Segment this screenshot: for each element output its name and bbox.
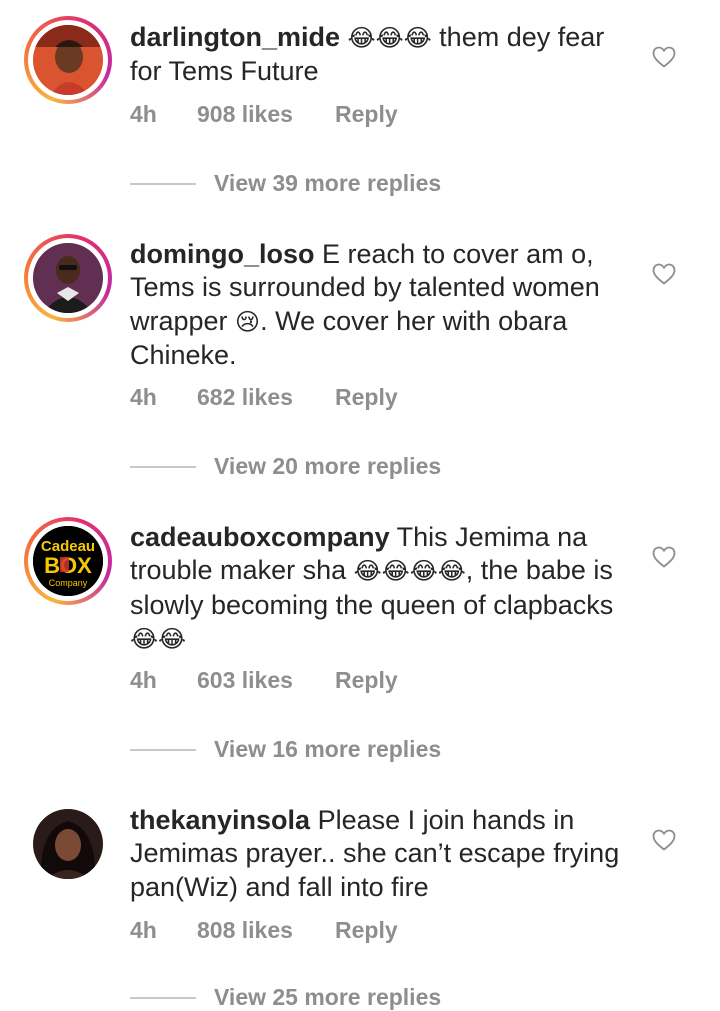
- comment-emoji: 😢: [235, 307, 261, 336]
- replies-divider: [130, 996, 196, 999]
- comment-emoji: 😂😂😂: [347, 24, 432, 52]
- view-replies-label: View 39 more replies: [214, 170, 442, 196]
- avatar[interactable]: [33, 25, 103, 95]
- view-replies-button[interactable]: View 20 more replies: [130, 453, 441, 480]
- comment-likes[interactable]: 603 likes: [197, 667, 335, 694]
- comment-username[interactable]: darlington_mide: [130, 22, 340, 52]
- comment-time: 4h: [130, 667, 157, 693]
- comment-likes[interactable]: 908 likes: [197, 101, 335, 128]
- comment-likes[interactable]: 808 likes: [197, 917, 335, 944]
- comment-username[interactable]: domingo_loso: [130, 239, 315, 269]
- reply-button[interactable]: Reply: [335, 101, 398, 128]
- comment-time: 4h: [130, 101, 157, 127]
- comment-meta: 4h 908 likes Reply: [130, 101, 398, 128]
- heart-outline-icon[interactable]: [652, 829, 676, 851]
- avatar[interactable]: Cadeau BOX Company: [33, 526, 103, 596]
- comment-emoji: 😂😂: [130, 624, 187, 653]
- view-replies-label: View 20 more replies: [214, 453, 442, 479]
- reply-button[interactable]: Reply: [335, 667, 398, 694]
- comment-meta: 4h 808 likes Reply: [130, 917, 398, 944]
- story-ring[interactable]: Cadeau BOX Company: [24, 517, 112, 605]
- heart-outline-icon[interactable]: [652, 46, 676, 68]
- view-replies-button[interactable]: View 39 more replies: [130, 170, 441, 197]
- avatar-frame[interactable]: [24, 800, 112, 888]
- comment-username[interactable]: thekanyinsola: [130, 805, 310, 835]
- comment-meta: 4h 603 likes Reply: [130, 667, 398, 694]
- view-replies-label: View 16 more replies: [214, 736, 442, 762]
- comment-meta: 4h 682 likes Reply: [130, 384, 398, 411]
- comment-time: 4h: [130, 384, 157, 410]
- view-replies-button[interactable]: View 16 more replies: [130, 736, 441, 763]
- comment-emoji: 😂😂😂😂: [353, 557, 466, 586]
- comment-text: thekanyinsola Please I join hands in Jem…: [130, 804, 630, 904]
- heart-outline-icon[interactable]: [652, 546, 676, 568]
- replies-divider: [130, 748, 196, 751]
- comment-username[interactable]: cadeauboxcompany: [130, 522, 390, 552]
- story-ring[interactable]: [24, 16, 112, 104]
- comment-text: darlington_mide 😂😂😂 them dey fear for Te…: [130, 21, 630, 89]
- reply-button[interactable]: Reply: [335, 384, 398, 411]
- story-ring[interactable]: [24, 234, 112, 322]
- svg-text:Company: Company: [49, 578, 88, 588]
- cadeau-box-logo: Cadeau BOX Company: [33, 526, 103, 596]
- replies-divider: [130, 465, 196, 468]
- avatar[interactable]: [33, 243, 103, 313]
- view-replies-button[interactable]: View 25 more replies: [130, 984, 441, 1011]
- comment-time: 4h: [130, 917, 157, 943]
- comment-text: cadeauboxcompany This Jemima na trouble …: [130, 521, 630, 656]
- comment-likes[interactable]: 682 likes: [197, 384, 335, 411]
- view-replies-label: View 25 more replies: [214, 984, 442, 1010]
- heart-outline-icon[interactable]: [652, 263, 676, 285]
- replies-divider: [130, 182, 196, 185]
- reply-button[interactable]: Reply: [335, 917, 398, 944]
- comment-text: domingo_loso E reach to cover am o, Tems…: [130, 238, 630, 372]
- avatar[interactable]: [33, 809, 103, 879]
